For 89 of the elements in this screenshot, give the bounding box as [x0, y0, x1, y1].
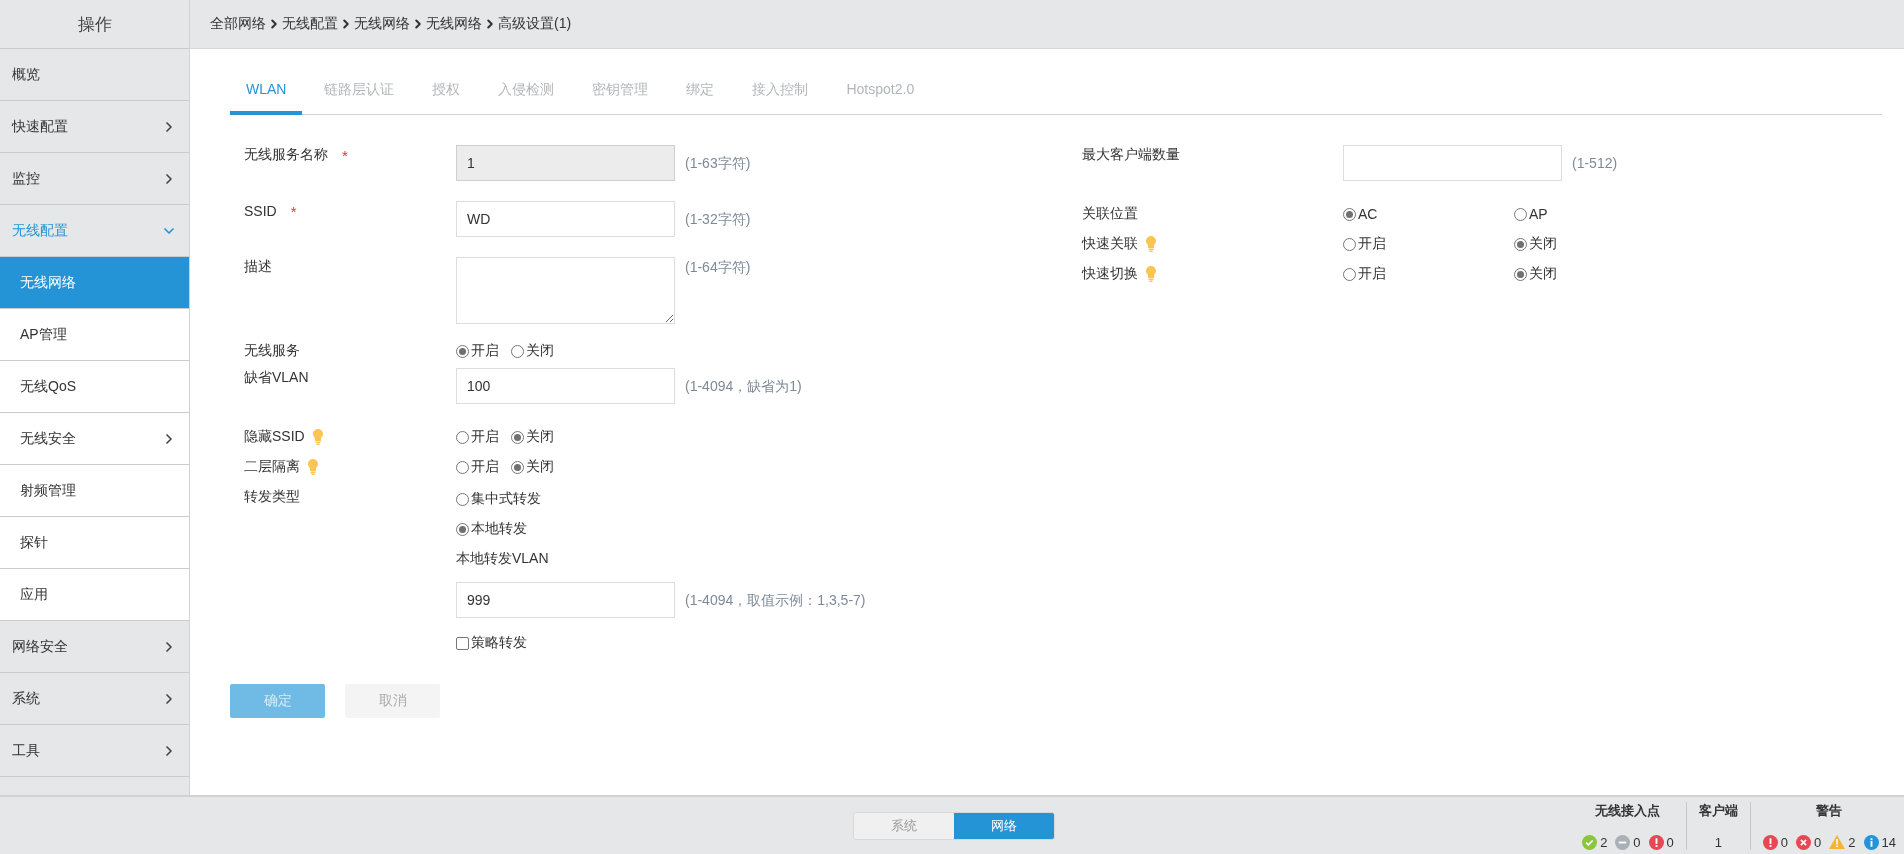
- checkbox[interactable]: [456, 636, 469, 650]
- field-hint: (1-64字符): [685, 258, 751, 277]
- radio-option[interactable]: 关闭: [511, 428, 554, 446]
- status-count: 1: [1714, 834, 1722, 850]
- radio-option[interactable]: 关闭: [1514, 265, 1685, 283]
- required-mark: *: [342, 146, 348, 164]
- breadcrumb-item[interactable]: 无线配置: [282, 15, 338, 33]
- radio-button[interactable]: [456, 460, 469, 474]
- exclamation-circle-icon: [1762, 834, 1778, 850]
- status-count: 0: [1814, 834, 1822, 850]
- field-label: 转发类型: [244, 488, 300, 506]
- radio-option[interactable]: 关闭: [511, 342, 554, 360]
- field-hint: (1-63字符): [685, 154, 751, 173]
- radio-button[interactable]: [1343, 207, 1356, 221]
- radio-option[interactable]: AP: [1514, 206, 1685, 222]
- status-count: 2: [1848, 834, 1856, 850]
- status-count: 14: [1881, 834, 1896, 850]
- sidebar-item[interactable]: AP管理: [0, 309, 189, 361]
- info-circle-icon: [1863, 834, 1879, 850]
- status-count: 0: [1666, 834, 1674, 850]
- radio-button[interactable]: [456, 492, 469, 506]
- field-hint: (1-4094，缺省为1): [685, 377, 802, 396]
- exclamation-circle-icon: [1648, 834, 1664, 850]
- field-label: 关联位置: [1082, 205, 1138, 223]
- radio-button[interactable]: [1514, 207, 1527, 221]
- breadcrumb-item[interactable]: 无线网络: [426, 15, 482, 33]
- text-field[interactable]: 999: [456, 582, 675, 618]
- field-label: 无线服务名称: [244, 146, 328, 164]
- radio-button[interactable]: [456, 522, 469, 536]
- status-count: 0: [1633, 834, 1641, 850]
- status-count: 0: [1780, 834, 1789, 850]
- sidebar-item[interactable]: 探针: [0, 517, 189, 569]
- check-circle-icon: [1582, 834, 1598, 850]
- field-hint: (1-4094，取值示例：1,3,5-7): [685, 591, 866, 610]
- status-title: 无线接入点: [1595, 801, 1661, 820]
- field-hint: (1-512): [1572, 154, 1618, 173]
- field-label: 隐藏SSID: [244, 428, 305, 446]
- radio-button[interactable]: [511, 460, 524, 474]
- breadcrumb-item[interactable]: 无线网络: [354, 15, 410, 33]
- lightbulb-icon: [1146, 266, 1156, 282]
- lightbulb-icon: [1146, 236, 1156, 252]
- radio-option[interactable]: 开启: [1343, 265, 1514, 283]
- field-hint: (1-32字符): [685, 210, 751, 229]
- radio-option[interactable]: 开启: [1343, 235, 1514, 253]
- minus-circle-icon: [1615, 834, 1631, 850]
- checkbox-option[interactable]: 策略转发: [456, 634, 527, 652]
- x-circle-icon: [1796, 834, 1812, 850]
- field-label: 缺省VLAN: [244, 369, 309, 387]
- radio-option[interactable]: 开启: [456, 342, 499, 360]
- sidebar-item[interactable]: 应用: [0, 569, 189, 621]
- radio-option[interactable]: 开启: [456, 428, 499, 446]
- radio-option[interactable]: 关闭: [511, 458, 554, 476]
- status-count: 2: [1600, 834, 1608, 850]
- text-field[interactable]: 1: [456, 145, 675, 181]
- radio-button[interactable]: [456, 430, 469, 444]
- radio-option[interactable]: 关闭: [1514, 235, 1685, 253]
- text-field[interactable]: [1343, 145, 1562, 181]
- field-label: 快速关联: [1082, 235, 1138, 253]
- field-label: SSID: [244, 203, 277, 219]
- warning-icon: [1829, 835, 1846, 849]
- radio-option[interactable]: AC: [1343, 206, 1514, 222]
- text-field[interactable]: 100: [456, 368, 675, 404]
- radio-button[interactable]: [456, 344, 469, 358]
- radio-option[interactable]: 开启: [456, 458, 499, 476]
- radio-button[interactable]: [1343, 237, 1356, 251]
- radio-option[interactable]: 本地转发: [456, 520, 527, 538]
- radio-option[interactable]: 集中式转发: [456, 490, 541, 508]
- sidebar-item[interactable]: 无线QoS: [0, 361, 189, 413]
- status-title: 客户端: [1698, 801, 1738, 820]
- radio-button[interactable]: [1343, 267, 1356, 281]
- lightbulb-icon: [312, 429, 323, 445]
- radio-button[interactable]: [511, 430, 524, 444]
- field-label: 本地转发VLAN: [456, 549, 550, 568]
- field-label: 无线服务: [244, 342, 300, 360]
- radio-button[interactable]: [1514, 267, 1527, 281]
- status-title: 警告: [1816, 801, 1843, 820]
- text-field[interactable]: WD: [456, 201, 675, 237]
- required-mark: *: [290, 202, 297, 220]
- field-label: 描述: [244, 258, 272, 276]
- radio-button[interactable]: [511, 344, 524, 358]
- sidebar-item[interactable]: 射频管理: [0, 465, 189, 517]
- field-label: 二层隔离: [244, 458, 300, 476]
- radio-button[interactable]: [1514, 237, 1527, 251]
- field-label: 快速切换: [1082, 265, 1138, 283]
- field-label: 最大客户端数量: [1082, 146, 1180, 164]
- lightbulb-icon: [308, 459, 318, 475]
- breadcrumb-item[interactable]: 高级设置(1): [498, 15, 572, 33]
- breadcrumb-item[interactable]: 全部网络: [210, 15, 266, 33]
- sidebar-item[interactable]: 无线安全: [0, 413, 189, 465]
